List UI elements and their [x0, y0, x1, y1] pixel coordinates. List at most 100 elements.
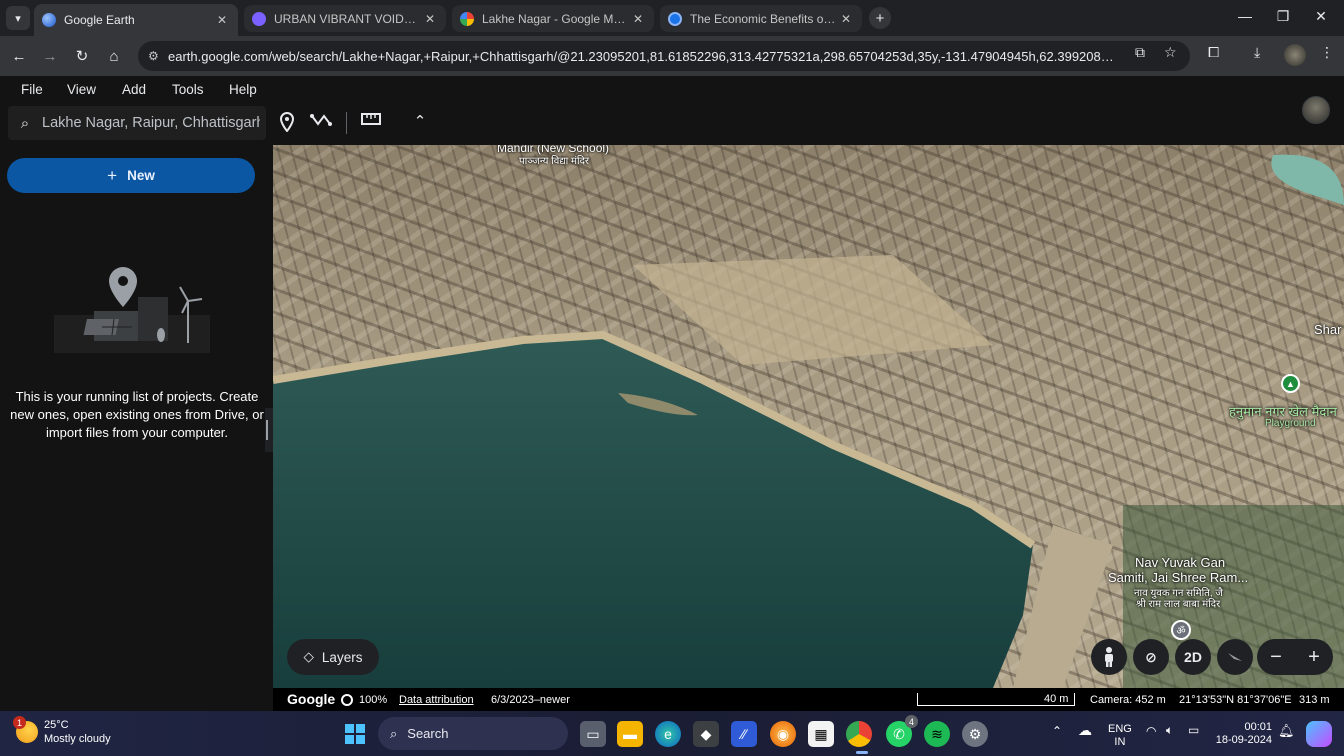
tab-search-chevron-icon[interactable]: ▾ [6, 6, 30, 30]
reload-icon[interactable]: ↻ [70, 44, 94, 68]
taskbar-search-icon: ⌕ [390, 725, 398, 741]
placemark-pin-icon[interactable] [276, 111, 298, 134]
profile-avatar[interactable] [1284, 44, 1306, 66]
language-indicator[interactable]: ENG IN [1108, 723, 1132, 749]
temple-om-icon[interactable]: ॐ [1171, 620, 1191, 640]
map-label-school-hindi[interactable]: पाञ्जन्य विद्या मंदिर [519, 153, 589, 167]
math-app-icon[interactable]: ∕∕ [731, 721, 757, 747]
back-arrow-icon[interactable]: ← [7, 44, 31, 68]
tab-google-earth[interactable]: Google Earth ✕ [34, 4, 238, 36]
downloads-icon[interactable]: ⤓ [1254, 44, 1260, 61]
menu-help[interactable]: Help [229, 82, 257, 97]
street-view-pegman-icon[interactable] [1091, 639, 1127, 675]
onedrive-cloud-icon[interactable]: ☁ [1078, 723, 1092, 737]
notification-bell-icon[interactable]: 🔔︎ [1278, 724, 1295, 737]
app-cube-icon[interactable]: ◆ [693, 721, 719, 747]
chevron-up-icon[interactable]: ⌃ [409, 112, 431, 134]
reset-tilt-icon[interactable]: ⊘ [1133, 639, 1169, 675]
battery-icon[interactable]: ▭ [1188, 724, 1199, 737]
draw-path-icon[interactable] [310, 112, 332, 134]
search-icon[interactable]: ⌕ [8, 115, 42, 132]
forward-arrow-icon[interactable]: → [38, 44, 62, 68]
settings-gear-icon[interactable]: ⚙ [962, 721, 988, 747]
view-2d-button[interactable]: 2D [1175, 639, 1211, 675]
tray-chevron-up-icon[interactable]: ⌃ [1052, 725, 1062, 738]
tab-close-icon[interactable]: ✕ [422, 12, 438, 26]
whatsapp-icon[interactable]: ✆ 4 [886, 715, 918, 747]
minimize-icon[interactable]: — [1235, 8, 1255, 24]
panel-drag-handle[interactable] [266, 420, 268, 440]
wifi-icon[interactable]: ◠ [1146, 725, 1156, 738]
site-info-icon[interactable]: ⚙ [148, 49, 168, 63]
browser-tab-strip: ▾ Google Earth ✕ URBAN VIBRANT VOIDS - P… [0, 0, 1344, 36]
copilot-icon[interactable] [1306, 721, 1332, 747]
map-label-playground[interactable]: Playground [1265, 418, 1316, 429]
projects-empty-message: This is your running list of projects. C… [10, 389, 264, 440]
tab-urban-vibrant-voids[interactable]: URBAN VIBRANT VOIDS - Prese ✕ [244, 5, 446, 32]
bookmark-star-icon[interactable]: ☆ [1164, 44, 1177, 61]
earth-map-viewport[interactable]: Mandir (New School) पाञ्जन्य विद्या मंदि… [273, 145, 1344, 688]
data-attribution-link[interactable]: Data attribution [399, 694, 474, 706]
edge-browser-icon[interactable]: e [655, 721, 681, 747]
scale-label: 40 m [1044, 693, 1069, 705]
tab-title: Google Earth [64, 13, 135, 27]
firefox-icon[interactable]: ◉ [770, 721, 796, 747]
tab-close-icon[interactable]: ✕ [214, 13, 230, 27]
plus-icon: + [107, 165, 118, 185]
layers-label: Layers [321, 649, 363, 665]
map-label-samiti-line2[interactable]: Samiti, Jai Shree Ram... [1108, 570, 1248, 585]
install-app-icon[interactable]: ⧉ [1135, 44, 1145, 61]
new-tab-plus-icon[interactable]: + [869, 7, 891, 29]
tab-close-icon[interactable]: ✕ [630, 12, 646, 26]
chrome-icon[interactable] [846, 721, 872, 747]
extensions-puzzle-icon[interactable]: ⧠ [1208, 44, 1219, 61]
menu-file[interactable]: File [21, 82, 43, 97]
address-bar[interactable]: ⚙ earth.google.com/web/search/Lakhe+Naga… [138, 41, 1190, 71]
task-view-icon[interactable]: ▭ [580, 721, 606, 747]
canva-favicon-icon [252, 11, 266, 26]
tab-economic-benefits[interactable]: The Economic Benefits of Wate ✕ [660, 5, 862, 32]
elevation: 313 m [1299, 694, 1330, 706]
google-logo: Google [287, 691, 336, 707]
tab-title: The Economic Benefits of Wate [690, 11, 838, 26]
weather-desc: Mostly cloudy [44, 733, 111, 745]
measure-ruler-icon[interactable] [360, 112, 382, 134]
taskbar-search[interactable]: ⌕ Search [378, 717, 568, 750]
clock[interactable]: 00:01 18-09-2024 [1214, 721, 1272, 747]
tab-google-maps[interactable]: Lakhe Nagar - Google Maps ✕ [452, 5, 654, 32]
tab-close-icon[interactable]: ✕ [838, 12, 854, 26]
spotify-icon[interactable]: ≋ [924, 721, 950, 747]
windows-start-icon[interactable] [342, 721, 368, 747]
zoom-out-icon[interactable]: − [1270, 646, 1282, 669]
window-close-icon[interactable]: ✕ [1311, 8, 1331, 25]
map-label-samiti-hindi2[interactable]: श्री राम लाल बाबा मंदिर [1136, 596, 1220, 610]
volume-icon[interactable]: 🔈︎ [1166, 724, 1173, 737]
playground-pin-icon[interactable]: ▲ [1281, 374, 1300, 393]
file-explorer-icon[interactable]: ▬ [617, 721, 643, 747]
weather-widget[interactable]: 1 25°C Mostly cloudy [13, 716, 111, 746]
clock-time: 00:01 [1244, 721, 1272, 733]
new-project-button[interactable]: + New [7, 158, 255, 193]
microsoft-store-icon[interactable]: ▦ [808, 721, 834, 747]
menu-view[interactable]: View [67, 82, 96, 97]
earth-menubar: File View Add Tools Help [0, 76, 1344, 104]
zoom-in-icon[interactable]: + [1308, 646, 1320, 669]
layers-button[interactable]: ◇ Layers [287, 639, 379, 675]
new-project-label: New [127, 168, 155, 183]
account-avatar[interactable] [1302, 96, 1330, 124]
map-label-samiti-line1[interactable]: Nav Yuvak Gan [1135, 555, 1225, 570]
search-input[interactable] [42, 115, 260, 131]
map-label-edge[interactable]: Shar [1314, 322, 1341, 337]
tab-title: Lakhe Nagar - Google Maps [482, 11, 630, 26]
home-icon[interactable]: ⌂ [102, 44, 126, 68]
web-favicon-icon [668, 11, 682, 26]
menu-tools[interactable]: Tools [172, 82, 204, 97]
empty-projects-illustration-icon [54, 267, 210, 353]
compass-icon[interactable] [1217, 639, 1253, 675]
restore-icon[interactable]: ❐ [1273, 8, 1293, 25]
chrome-menu-icon[interactable]: ⋮ [1320, 44, 1334, 61]
lang-line1: ENG [1108, 723, 1132, 735]
coordinates: 21°13'53"N 81°37'06"E [1179, 694, 1292, 706]
menu-add[interactable]: Add [122, 82, 146, 97]
imagery-date: 6/3/2023–newer [491, 694, 570, 706]
